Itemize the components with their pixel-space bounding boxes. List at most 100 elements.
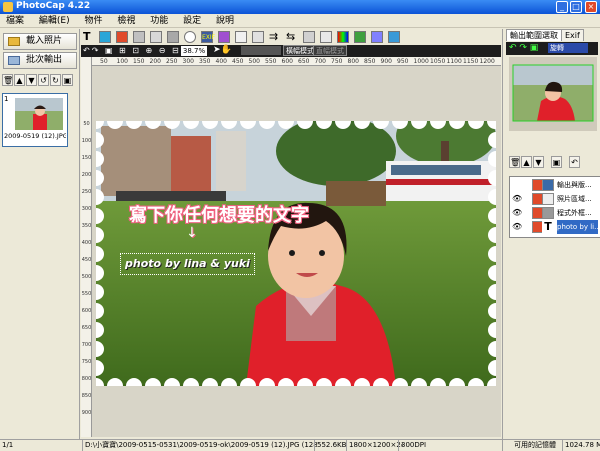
- grid-tool-icon[interactable]: [235, 31, 247, 43]
- window-title: PhotoCap 4.22: [16, 1, 91, 11]
- right-panel: 輸出範圍選取 Exif ↶ ↷ ▣ 旋轉 🗑 ▲ ▼ ▣ ↶ 輸出與版... 👁 照片區…: [502, 29, 600, 439]
- clock-tool-icon[interactable]: [184, 31, 196, 43]
- layer-down-icon[interactable]: ▼: [533, 156, 544, 168]
- layout-tool-icon[interactable]: [388, 31, 400, 43]
- picture-tool-icon[interactable]: [150, 31, 162, 43]
- rotate-left-icon[interactable]: ↺: [38, 74, 49, 86]
- filter-tool-icon[interactable]: [354, 31, 366, 43]
- color-tool-icon[interactable]: [337, 31, 349, 43]
- ruler-tick-label: 450: [81, 257, 92, 263]
- trash-icon[interactable]: 🗑: [2, 74, 13, 86]
- scallop-dot: [468, 378, 484, 386]
- arrow-down-icon[interactable]: ▼: [26, 74, 37, 86]
- arrow-tool-icon[interactable]: ⇉: [269, 31, 281, 43]
- ruler-tick-label: 500: [248, 58, 260, 65]
- eye-icon[interactable]: 👁: [512, 195, 522, 203]
- ruler-vertical: 50 100 150 200 250 300 350 400 450 500 550 600 650 70…: [81, 57, 92, 437]
- stamp-tool-icon[interactable]: [167, 31, 179, 43]
- preview-window[interactable]: [509, 57, 597, 131]
- left-panel: 載入照片 批次輸出 🗑 ▲ ▼ ↺ ↻ ▣ 1 2009-0519 (12).JPG: [0, 29, 80, 439]
- layer-copy-icon[interactable]: ▣: [551, 156, 562, 168]
- layer-label: 輸出與版...: [557, 181, 592, 189]
- mask-tool-icon[interactable]: [133, 31, 145, 43]
- eye-icon[interactable]: 👁: [512, 209, 522, 217]
- landscape-mode-button[interactable]: 橫幅模式: [283, 45, 317, 56]
- view-toolbar: ↶↷ ▣ ⊞ ⊡ ⊕ ⊖ ⊟ 38.7% ➤✋ 橫幅模式 直幅模式: [81, 45, 501, 57]
- option-icons[interactable]: [241, 46, 281, 55]
- ruler-tick-label: 550: [81, 291, 92, 297]
- comment-tool-icon[interactable]: [252, 31, 264, 43]
- scallop-dot: [183, 121, 199, 129]
- image-tool-icon[interactable]: [99, 31, 111, 43]
- maximize-button[interactable]: □: [570, 1, 582, 13]
- effect-tool-icon[interactable]: [371, 31, 383, 43]
- tab-exif[interactable]: Exif: [561, 29, 584, 41]
- ruler-tick-label: 950: [397, 58, 409, 65]
- scallop-dot: [392, 121, 408, 129]
- scallop-dot: [96, 151, 104, 167]
- scallop-dot: [430, 121, 446, 129]
- frame-tool-icon[interactable]: [116, 31, 128, 43]
- rotate-selector[interactable]: 旋轉: [548, 43, 588, 53]
- portrait-mode-button[interactable]: 直幅模式: [313, 45, 347, 56]
- scallop-dot: [411, 121, 427, 129]
- menu-help[interactable]: 說明: [210, 14, 240, 28]
- exif-tool-icon[interactable]: EXIF: [201, 31, 215, 43]
- scallop-dot: [354, 378, 370, 386]
- headline-text: 寫下你任何想要的文字: [129, 205, 309, 226]
- text-layer-icon: T: [542, 221, 554, 233]
- scallop-dot: [392, 378, 408, 386]
- menu-file[interactable]: 檔案: [0, 14, 30, 28]
- rotate-icons[interactable]: ↶ ↷ ▣: [509, 43, 538, 54]
- zoom-level[interactable]: 38.7%: [181, 46, 207, 56]
- scallop-dot: [164, 378, 180, 386]
- line-tool-icon[interactable]: ⇆: [286, 31, 298, 43]
- folder-icon: [8, 37, 20, 46]
- ruler-tick-label: 350: [199, 58, 211, 65]
- close-button[interactable]: ×: [585, 1, 597, 13]
- layer-item[interactable]: 👁 照片區域...: [510, 192, 598, 206]
- layer-item[interactable]: 輸出與版...: [510, 178, 598, 192]
- menu-edit[interactable]: 編輯(E): [33, 14, 76, 28]
- tab-output-range[interactable]: 輸出範圍選取: [506, 29, 562, 41]
- pointer-icon[interactable]: ➤✋: [213, 45, 232, 56]
- layer-undo-icon[interactable]: ↶: [569, 156, 580, 168]
- menu-view[interactable]: 檢視: [111, 14, 141, 28]
- ruler-tick-label: 600: [81, 308, 92, 314]
- layer-up-icon[interactable]: ▲: [521, 156, 532, 168]
- view-tool-icons[interactable]: ↶↷ ▣ ⊞ ⊡ ⊕ ⊖ ⊟: [83, 46, 181, 56]
- batch-output-button[interactable]: 批次輸出: [3, 52, 77, 69]
- menu-settings[interactable]: 設定: [177, 14, 207, 28]
- thumbnail-card[interactable]: 1 2009-0519 (12).JPG: [2, 93, 68, 147]
- ruler-tick-label: 900: [380, 58, 392, 65]
- scallop-dot: [107, 121, 123, 129]
- scallop-dot: [96, 132, 104, 148]
- ruler-tick-label: 350: [81, 223, 92, 229]
- scallop-dot: [96, 121, 104, 129]
- photo-text-object[interactable]: photo by lina & yuki: [120, 253, 255, 275]
- batch-icon: [8, 56, 20, 65]
- scallop-dot: [316, 378, 332, 386]
- scallop-dot: [449, 378, 465, 386]
- layer-item[interactable]: 👁 程式外框...: [510, 206, 598, 220]
- rotate-right-icon[interactable]: ↻: [50, 74, 61, 86]
- shape-tool-icon[interactable]: [303, 31, 315, 43]
- output-icon[interactable]: ▣: [62, 74, 73, 86]
- photo-canvas[interactable]: 寫下你任何想要的文字 ↓ photo by lina & yuki: [96, 121, 496, 386]
- menu-function[interactable]: 功能: [144, 14, 174, 28]
- layer-item[interactable]: 👁 T photo by li...: [510, 220, 598, 234]
- eye-icon[interactable]: 👁: [512, 223, 522, 231]
- file-size: 552.6KB: [314, 440, 349, 451]
- scallop-dot: [96, 341, 104, 357]
- scallop-dot: [488, 132, 496, 148]
- scallop-dot: [202, 378, 218, 386]
- text-tool-icon[interactable]: T: [83, 31, 95, 43]
- stroke-tool-icon[interactable]: [320, 31, 332, 43]
- load-photo-button[interactable]: 載入照片: [3, 33, 77, 50]
- layer-trash-icon[interactable]: 🗑: [509, 156, 520, 168]
- image-dims: 1800×1200×24b: [346, 440, 403, 451]
- calendar-tool-icon[interactable]: [218, 31, 230, 43]
- arrow-up-icon[interactable]: ▲: [14, 74, 25, 86]
- minimize-button[interactable]: _: [556, 1, 568, 13]
- menu-object[interactable]: 物件: [78, 14, 108, 28]
